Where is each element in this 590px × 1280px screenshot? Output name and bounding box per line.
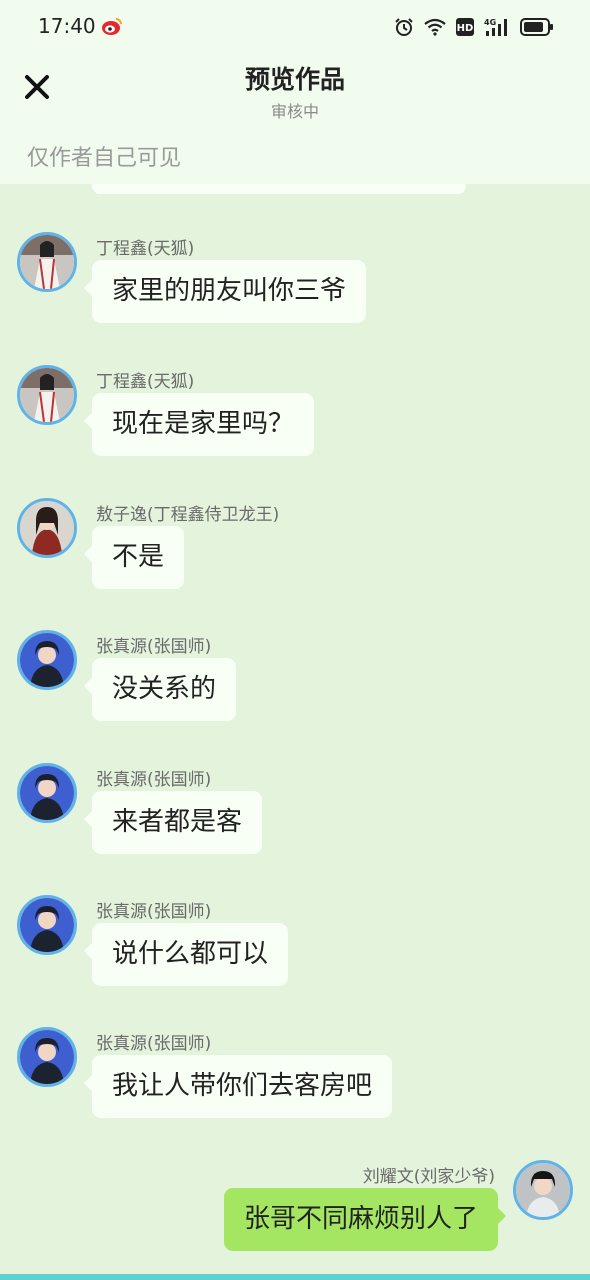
- alarm-icon: [394, 17, 414, 37]
- previous-bubble: [92, 184, 466, 194]
- bottom-indicator: [0, 1274, 590, 1280]
- status-bar: 17:40 HD 4G: [0, 0, 590, 52]
- status-time: 17:40: [38, 14, 96, 38]
- sender-name: 张真源(张国师): [96, 637, 212, 657]
- message-bubble[interactable]: 不是: [83, 526, 185, 589]
- avatar[interactable]: [17, 365, 77, 425]
- sender-name: 丁程鑫(天狐): [96, 372, 195, 392]
- wifi-icon: [424, 18, 446, 36]
- message-bubble[interactable]: 说什么都可以: [83, 923, 289, 986]
- avatar[interactable]: [17, 763, 77, 823]
- message-bubble[interactable]: 家里的朋友叫你三爷: [83, 260, 367, 323]
- message-bubble[interactable]: 现在是家里吗？: [83, 393, 315, 456]
- sender-name: 刘耀文(刘家少爷): [362, 1167, 495, 1187]
- message-bubble[interactable]: 来者都是客: [83, 791, 263, 854]
- header: 17:40 HD 4G 预览作品 审核中 仅作者自己可见: [0, 0, 590, 184]
- avatar[interactable]: [17, 498, 77, 558]
- avatar[interactable]: [17, 630, 77, 690]
- message-bubble[interactable]: 张哥不同麻烦别人了: [223, 1188, 507, 1251]
- review-status: 审核中: [270, 102, 319, 121]
- avatar[interactable]: [17, 895, 77, 955]
- hd-icon: HD: [456, 18, 474, 36]
- avatar[interactable]: [513, 1160, 573, 1220]
- sender-name: 丁程鑫(天狐): [96, 239, 195, 259]
- status-icons: HD 4G: [394, 16, 554, 38]
- sender-name: 敖子逸(丁程鑫侍卫龙王): [96, 505, 280, 525]
- visibility-note: 仅作者自己可见: [27, 146, 182, 171]
- avatar[interactable]: [17, 1027, 77, 1087]
- message-bubble[interactable]: 我让人带你们去客房吧: [83, 1055, 393, 1118]
- sender-name: 张真源(张国师): [96, 1034, 212, 1054]
- signal-4g-icon: 4G: [484, 17, 510, 37]
- chat-list[interactable]: 丁程鑫(天狐) 家里的朋友叫你三爷 丁程鑫(天狐) 现在是家里吗？ 敖子逸(丁程…: [0, 184, 590, 1274]
- network-label: 4G: [484, 18, 496, 27]
- avatar[interactable]: [17, 232, 77, 292]
- sender-name: 张真源(张国师): [96, 902, 212, 922]
- weibo-icon: [101, 16, 123, 36]
- battery-icon: [520, 18, 554, 36]
- message-bubble[interactable]: 没关系的: [83, 658, 237, 721]
- page-title: 预览作品: [244, 65, 345, 94]
- sender-name: 张真源(张国师): [96, 770, 212, 790]
- hd-label: HD: [457, 23, 474, 34]
